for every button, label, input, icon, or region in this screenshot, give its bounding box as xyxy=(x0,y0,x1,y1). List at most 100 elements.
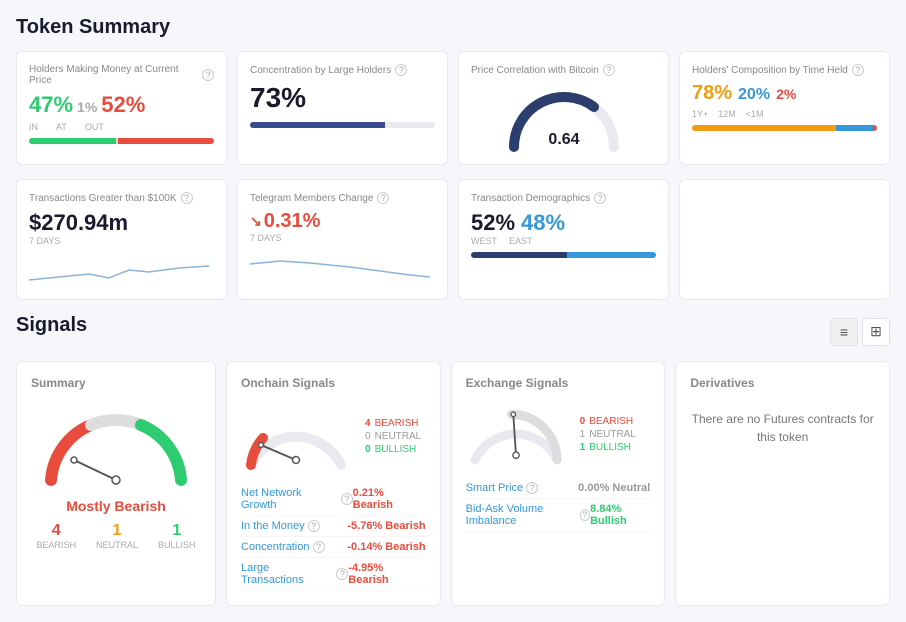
demographics-values: 52% 48% xyxy=(471,210,656,236)
price-correlation-label: Price Correlation with Bitcoin ? xyxy=(471,64,656,76)
grid-icon: ⊞ xyxy=(870,323,882,340)
price-correlation-help-icon[interactable]: ? xyxy=(603,64,615,76)
hc-labels: 1Y+ 12M <1M xyxy=(692,109,877,119)
demographics-bar xyxy=(471,252,656,258)
demographics-labels: WEST EAST xyxy=(471,236,656,246)
holders-composition-values: 78% 20% 2% xyxy=(692,82,877,105)
signals-controls: ≡ ⊞ xyxy=(830,318,890,346)
demographics-east-bar xyxy=(567,252,656,258)
holders-making-money-card: Holders Making Money at Current Price ? … xyxy=(16,51,227,165)
price-correlation-gauge: 0.64 xyxy=(471,82,656,152)
signal-row-smart-price: Smart Price ? 0.00% Neutral xyxy=(466,478,651,499)
holders-composition-label: Holders' Composition by Time Held ? xyxy=(692,64,877,76)
derivatives-card-title: Derivatives xyxy=(690,376,875,390)
holders-labels: IN AT OUT xyxy=(29,122,214,132)
holders-at-pct: 1% xyxy=(77,99,97,115)
summary-bearish-count: 4 BEARISH xyxy=(36,522,76,550)
transactions-help-icon[interactable]: ? xyxy=(181,192,193,204)
exchange-signal-rows: Smart Price ? 0.00% Neutral Bid-Ask Volu… xyxy=(466,478,651,532)
telegram-value: ↘ 0.31% xyxy=(250,210,435,233)
signals-section: Signals ≡ ⊞ Summary xyxy=(16,314,890,606)
holders-progress-bar xyxy=(29,138,214,144)
exchange-gauge xyxy=(466,400,566,468)
demographics-help-icon[interactable]: ? xyxy=(594,192,606,204)
onchain-gauge xyxy=(241,400,351,473)
exchange-counts: 0 BEARISH 1 NEUTRAL 1 BULLISH xyxy=(580,400,636,468)
large-transactions-help-icon[interactable]: ? xyxy=(336,568,348,580)
telegram-label: Telegram Members Change ? xyxy=(250,192,435,204)
bid-ask-help-icon[interactable]: ? xyxy=(580,509,590,521)
concentration-signal-help-icon[interactable]: ? xyxy=(313,541,325,553)
holders-out-pct: 52% xyxy=(101,92,145,118)
telegram-arrow-icon: ↘ xyxy=(250,213,262,230)
signal-row-large-transactions: Large Transactions ? -4.95% Bearish xyxy=(241,558,426,591)
hc-bar-orange xyxy=(692,125,836,131)
holders-composition-help-icon[interactable]: ? xyxy=(852,64,864,76)
exchange-layout: 0 BEARISH 1 NEUTRAL 1 BULLISH xyxy=(466,400,651,468)
demographics-card: Transaction Demographics ? 52% 48% WEST … xyxy=(458,179,669,300)
onchain-counts: 4 BEARISH 0 NEUTRAL 0 BULLISH xyxy=(365,400,421,473)
transactions-period: 7 DAYS xyxy=(29,236,214,246)
exchange-signal-card: Exchange Signals 0 xyxy=(451,361,666,606)
holders-making-money-help-icon[interactable]: ? xyxy=(202,69,214,81)
hc-bar xyxy=(692,125,877,131)
holders-in-pct: 47% xyxy=(29,92,73,118)
signals-header: Signals ≡ ⊞ xyxy=(16,314,890,349)
signal-row-bid-ask: Bid-Ask Volume Imbalance ? 8.84% Bullish xyxy=(466,499,651,532)
empty-card xyxy=(679,179,890,300)
derivatives-message: There are no Futures contracts for this … xyxy=(690,410,875,446)
grid-view-button[interactable]: ⊞ xyxy=(862,318,890,346)
signal-row-concentration: Concentration ? -0.14% Bearish xyxy=(241,537,426,558)
transactions-value: $270.94m xyxy=(29,210,214,236)
telegram-help-icon[interactable]: ? xyxy=(377,192,389,204)
demographics-label: Transaction Demographics ? xyxy=(471,192,656,204)
holders-composition-card: Holders' Composition by Time Held ? 78% … xyxy=(679,51,890,165)
signals-title: Signals xyxy=(16,314,87,337)
token-summary-section: Token Summary Holders Making Money at Cu… xyxy=(16,16,890,300)
summary-label: Mostly Bearish xyxy=(31,498,201,514)
summary-signal-card: Summary Mostly Bearish xyxy=(16,361,216,606)
in-the-money-help-icon[interactable]: ? xyxy=(308,520,320,532)
summary-bullish-count: 1 BULLISH xyxy=(158,522,196,550)
token-summary-title: Token Summary xyxy=(16,16,890,39)
holders-making-money-label: Holders Making Money at Current Price ? xyxy=(29,64,214,86)
concentration-label: Concentration by Large Holders ? xyxy=(250,64,435,76)
onchain-card-title: Onchain Signals xyxy=(241,376,426,390)
holders-out-bar xyxy=(118,138,214,144)
hc-bar-blue xyxy=(836,125,873,131)
telegram-card: Telegram Members Change ? ↘ 0.31% 7 DAYS xyxy=(237,179,448,300)
signal-row-net-network-growth: Net Network Growth ? 0.21% Bearish xyxy=(241,483,426,516)
telegram-mini-chart xyxy=(250,249,435,284)
onchain-signal-rows: Net Network Growth ? 0.21% Bearish In th… xyxy=(241,483,426,591)
list-icon: ≡ xyxy=(840,324,848,340)
hc-pct3: 2% xyxy=(776,86,796,102)
transactions-mini-chart xyxy=(29,252,214,287)
net-network-growth-help-icon[interactable]: ? xyxy=(341,493,353,505)
holders-making-money-values: 47% 1% 52% xyxy=(29,92,214,118)
summary-counts: 4 BEARISH 1 NEUTRAL 1 BULLISH xyxy=(31,522,201,550)
concentration-value: 73% xyxy=(250,82,435,114)
concentration-fill xyxy=(250,122,385,128)
onchain-signal-card: Onchain Signals 4 xyxy=(226,361,441,606)
price-correlation-card: Price Correlation with Bitcoin ? 0.64 xyxy=(458,51,669,165)
concentration-card: Concentration by Large Holders ? 73% xyxy=(237,51,448,165)
onchain-layout: 4 BEARISH 0 NEUTRAL 0 BULLISH xyxy=(241,400,426,473)
signals-grid: Summary Mostly Bearish xyxy=(16,361,890,606)
summary-card-title: Summary xyxy=(31,376,201,390)
smart-price-help-icon[interactable]: ? xyxy=(526,482,538,494)
exchange-card-title: Exchange Signals xyxy=(466,376,651,390)
hc-pct1: 78% xyxy=(692,82,732,105)
demographics-east-pct: 48% xyxy=(521,210,565,236)
demographics-west-pct: 52% xyxy=(471,210,515,236)
derivatives-signal-card: Derivatives There are no Futures contrac… xyxy=(675,361,890,606)
concentration-help-icon[interactable]: ? xyxy=(395,64,407,76)
token-summary-grid: Holders Making Money at Current Price ? … xyxy=(16,51,890,165)
summary-gauge xyxy=(31,400,201,490)
correlation-value-text: 0.64 xyxy=(548,131,579,148)
concentration-bar xyxy=(250,122,435,128)
telegram-period: 7 DAYS xyxy=(250,233,435,243)
holders-in-bar xyxy=(29,138,116,144)
list-view-button[interactable]: ≡ xyxy=(830,318,858,346)
hc-pct2: 20% xyxy=(738,86,770,104)
token-summary-bottom-grid: Transactions Greater than $100K ? $270.9… xyxy=(16,179,890,300)
